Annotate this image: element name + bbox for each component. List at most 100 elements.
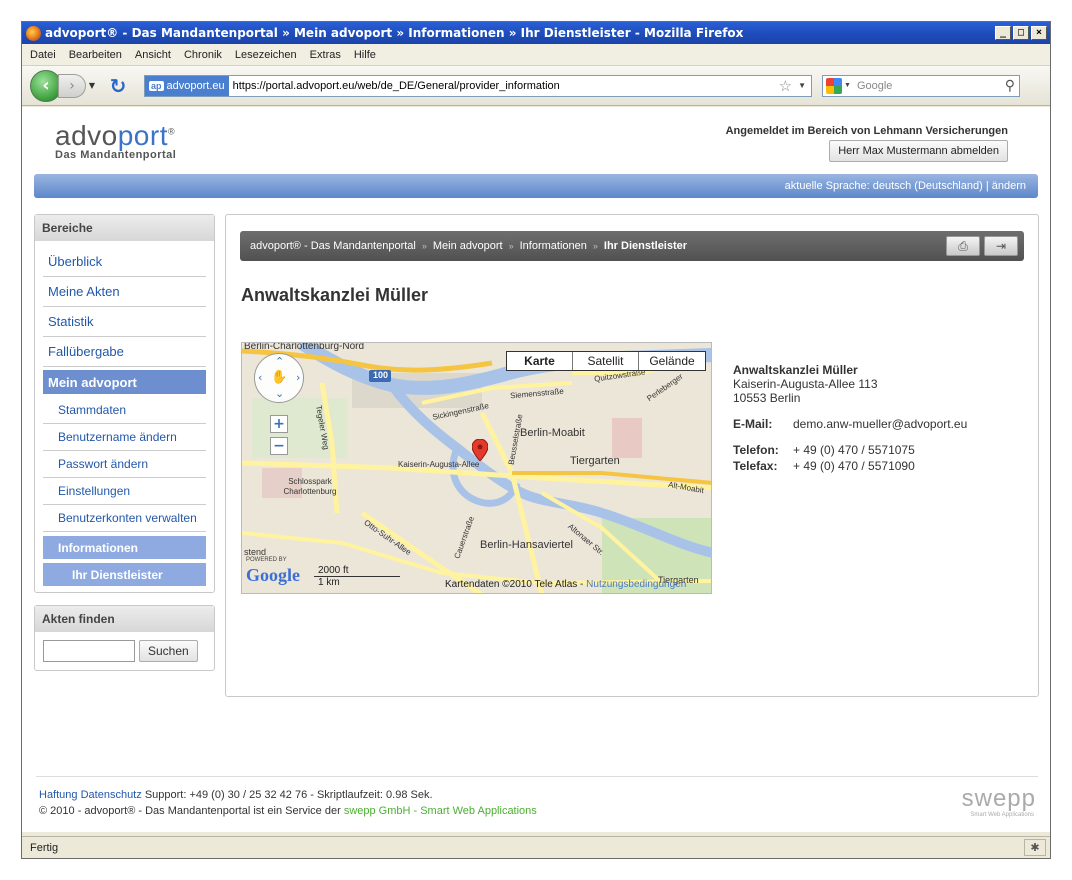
print-button[interactable]: ⎙ bbox=[946, 236, 980, 256]
map-label-north: Berlin-Charlottenburg-Nord bbox=[244, 342, 365, 352]
breadcrumb-separator: » bbox=[421, 241, 427, 251]
sidebar-sub-benutzername[interactable]: Benutzername ändern bbox=[43, 424, 206, 451]
footer-copyright: © 2010 - advoport® - Das Mandantenportal… bbox=[39, 805, 344, 817]
menu-hilfe[interactable]: Hilfe bbox=[354, 49, 376, 61]
site-favicon-icon: ap bbox=[149, 80, 164, 91]
zoom-in-button[interactable]: + bbox=[270, 415, 288, 433]
logo-text-advo: advo bbox=[55, 120, 118, 151]
breadcrumb-item-mein-advoport[interactable]: Mein advoport bbox=[433, 240, 503, 252]
back-arrow-icon: ‹ bbox=[42, 75, 50, 96]
sidebar-sub-einstellungen[interactable]: Einstellungen bbox=[43, 478, 206, 505]
menu-ansicht[interactable]: Ansicht bbox=[135, 49, 171, 61]
footer-link-datenschutz[interactable]: Datenschutz bbox=[81, 789, 142, 801]
search-icon[interactable]: ⚲ bbox=[1005, 77, 1015, 94]
pan-left-icon[interactable]: ‹ bbox=[258, 371, 262, 384]
engine-dropdown-icon[interactable]: ▼ bbox=[844, 82, 851, 89]
forward-arrow-icon: › bbox=[69, 77, 75, 94]
google-logo[interactable]: Google bbox=[246, 565, 300, 586]
map-label-schlosspark: Schlosspark Charlottenburg bbox=[283, 477, 337, 496]
sidebar-sub-dienstleister[interactable]: Ihr Dienstleister bbox=[43, 563, 206, 586]
search-placeholder[interactable]: Google bbox=[857, 80, 1005, 92]
map-pan-control[interactable]: ⌃ ⌄ ‹ › ✋ bbox=[254, 353, 304, 403]
areas-title: Bereiche bbox=[35, 215, 214, 241]
areas-box: Bereiche Überblick Meine Akten Statistik… bbox=[34, 214, 215, 593]
pan-up-icon[interactable]: ⌃ bbox=[275, 355, 284, 368]
close-button[interactable]: × bbox=[1031, 26, 1047, 40]
menu-bearbeiten[interactable]: Bearbeiten bbox=[69, 49, 122, 61]
site-badge-label: advoport.eu bbox=[166, 79, 225, 92]
powered-by-label: POWERED BY bbox=[246, 557, 287, 563]
map-scale: 2000 ft 1 km bbox=[314, 565, 400, 588]
search-bar[interactable]: ▼ Google ⚲ bbox=[822, 74, 1020, 97]
history-dropdown-icon[interactable]: ▼ bbox=[86, 81, 98, 90]
sidebar-item-ueberblick[interactable]: Überblick bbox=[43, 247, 206, 277]
sidebar-sub-passwort[interactable]: Passwort ändern bbox=[43, 451, 206, 478]
terms-link[interactable]: Nutzungsbedingungen bbox=[586, 579, 686, 590]
web-page: advoport® Das Mandantenportal Angemeldet… bbox=[22, 107, 1050, 832]
swepp-logo-subtitle: Smart Web Applications bbox=[970, 812, 1034, 818]
contact-name: Anwaltskanzlei Müller bbox=[733, 363, 858, 377]
breadcrumb-separator: » bbox=[592, 241, 598, 251]
sidebar-sub-stammdaten[interactable]: Stammdaten bbox=[43, 397, 206, 424]
email-label: E-Mail: bbox=[733, 417, 773, 431]
google-map[interactable]: Berlin-Charlottenburg-Nord 100 Berlin-Mo… bbox=[241, 342, 712, 594]
footer-company-link[interactable]: swepp GmbH - Smart Web Applications bbox=[344, 805, 537, 817]
menu-chronik[interactable]: Chronik bbox=[184, 49, 222, 61]
swepp-logo[interactable]: swepp bbox=[962, 785, 1036, 813]
sidebar-item-statistik[interactable]: Statistik bbox=[43, 307, 206, 337]
url-text[interactable]: https://portal.advoport.eu/web/de_DE/Gen… bbox=[233, 80, 779, 92]
sidebar-item-meine-akten[interactable]: Meine Akten bbox=[43, 277, 206, 307]
reload-icon[interactable]: ↻ bbox=[106, 74, 130, 98]
google-engine-icon[interactable] bbox=[826, 77, 842, 94]
location-pin-icon[interactable] bbox=[472, 439, 488, 461]
menu-extras[interactable]: Extras bbox=[310, 49, 341, 61]
map-label-tiergarten: Tiergarten bbox=[570, 455, 620, 467]
site-identity-badge[interactable]: ap advoport.eu bbox=[145, 75, 229, 96]
sidebar-sub-informationen[interactable]: Informationen bbox=[43, 536, 206, 559]
sidebar: Bereiche Überblick Meine Akten Statistik… bbox=[34, 214, 215, 683]
map-label-hansaviertel: Berlin-Hansaviertel bbox=[480, 539, 573, 551]
language-bar: aktuelle Sprache: deutsch (Deutschland) … bbox=[34, 174, 1038, 198]
logout-button[interactable]: Herr Max Mustermann abmelden bbox=[829, 140, 1008, 162]
sidebar-item-mein-advoport[interactable]: Mein advoport bbox=[43, 370, 206, 394]
url-bar[interactable]: ap advoport.eu https://portal.advoport.eu… bbox=[144, 74, 812, 97]
menu-datei[interactable]: Datei bbox=[30, 49, 56, 61]
scale-feet: 2000 ft bbox=[318, 565, 349, 576]
file-search-button[interactable]: Suchen bbox=[139, 640, 198, 662]
sidebar-item-falluebergabe[interactable]: Fallübergabe bbox=[43, 337, 206, 367]
minimize-button[interactable]: _ bbox=[995, 26, 1011, 40]
pan-hand-icon[interactable]: ✋ bbox=[271, 370, 287, 385]
advoport-logo[interactable]: advoport® Das Mandantenportal bbox=[55, 120, 176, 161]
contact-street: Kaiserin-Augusta-Allee 113 bbox=[733, 377, 878, 391]
phone-label: Telefon: bbox=[733, 443, 779, 457]
map-type-gelaende[interactable]: Gelände bbox=[639, 352, 705, 370]
maximize-button[interactable]: □ bbox=[1013, 26, 1029, 40]
zoom-out-button[interactable]: − bbox=[270, 437, 288, 455]
file-search-input[interactable] bbox=[43, 640, 135, 662]
map-type-karte[interactable]: Karte bbox=[507, 352, 573, 370]
menu-lesezeichen[interactable]: Lesezeichen bbox=[235, 49, 297, 61]
pan-down-icon[interactable]: ⌄ bbox=[275, 387, 284, 400]
navigation-toolbar: ‹ › ▼ ↻ ap advoport.eu https://portal.adv… bbox=[22, 66, 1050, 106]
email-value[interactable]: demo.anw-mueller@advoport.eu bbox=[793, 417, 967, 431]
footer-divider bbox=[36, 776, 1038, 777]
breadcrumb-item-informationen[interactable]: Informationen bbox=[520, 240, 587, 252]
fax-value: + 49 (0) 470 / 5571090 bbox=[793, 459, 915, 473]
language-text[interactable]: aktuelle Sprache: deutsch (Deutschland) … bbox=[785, 180, 1026, 192]
addon-bug-icon[interactable]: ✱ bbox=[1024, 839, 1046, 856]
breadcrumb-separator: » bbox=[508, 241, 514, 251]
sidebar-sub-benutzerkonten[interactable]: Benutzerkonten verwalten bbox=[43, 505, 206, 532]
breadcrumb-item-portal[interactable]: advoport® - Das Mandantenportal bbox=[250, 240, 416, 252]
footer-link-haftung[interactable]: Haftung bbox=[39, 789, 78, 801]
url-dropdown-icon[interactable]: ▼ bbox=[798, 81, 806, 90]
map-type-satellit[interactable]: Satellit bbox=[573, 352, 639, 370]
map-credit: Kartendaten ©2010 Tele Atlas - Nutzungsb… bbox=[445, 579, 686, 590]
fax-label: Telefax: bbox=[733, 459, 778, 473]
pan-right-icon[interactable]: › bbox=[296, 371, 300, 384]
export-button[interactable]: ⇥ bbox=[984, 236, 1018, 256]
menu-bar: Datei Bearbeiten Ansicht Chronik Lesezei… bbox=[22, 44, 1050, 66]
bookmark-star-icon[interactable]: ☆ bbox=[779, 77, 792, 95]
forward-button[interactable]: › bbox=[58, 73, 86, 98]
status-bar: Fertig ✱ bbox=[22, 836, 1050, 858]
map-credit-text: Kartendaten ©2010 Tele Atlas - bbox=[445, 579, 587, 590]
